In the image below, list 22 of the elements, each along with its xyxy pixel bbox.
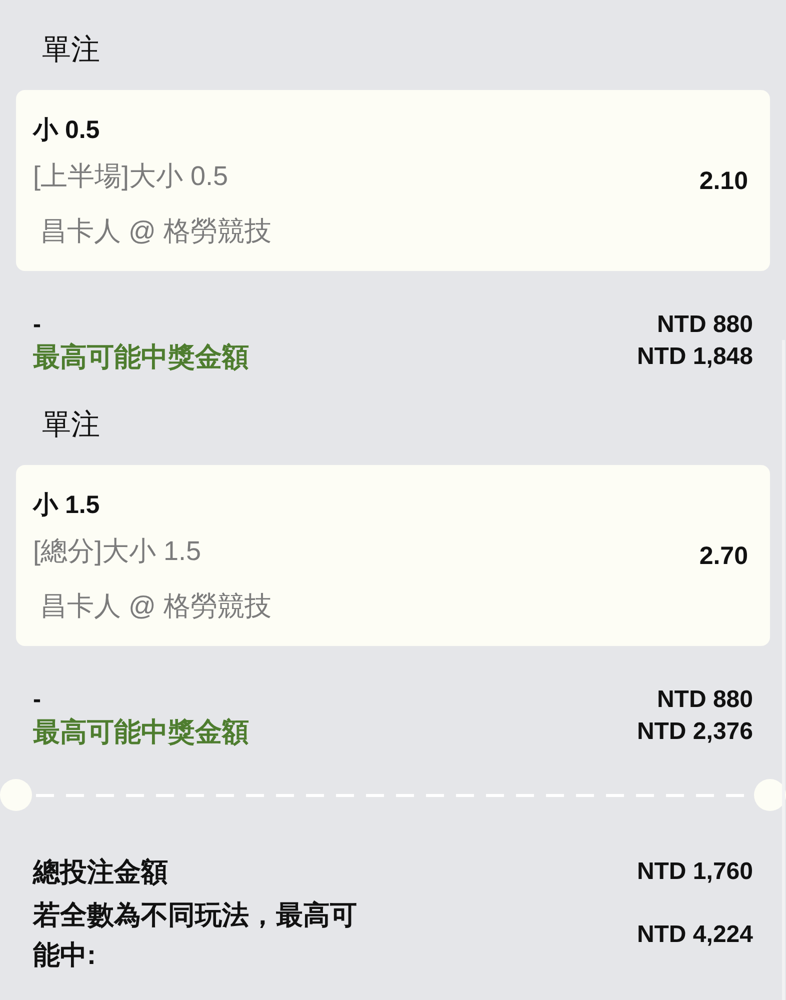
market-label: [上半場]大小 0.5: [33, 160, 228, 193]
max-return-label: 若全數為不同玩法，最高可能中:: [33, 899, 358, 972]
selection-label: 小 0.5: [33, 115, 100, 146]
bet-type-heading: 單注: [42, 408, 100, 443]
selection-label: 小 1.5: [33, 490, 100, 521]
bet-type-heading: 單注: [42, 33, 100, 68]
max-payout-amount: NTD 1,848: [636, 342, 753, 372]
match-label: 昌卡人 @ 格勞競技: [40, 215, 272, 248]
total-stake-label: 總投注金額: [33, 856, 168, 889]
stake-amount: NTD 880: [656, 310, 753, 340]
stake-label: -: [33, 310, 41, 340]
match-label: 昌卡人 @ 格勞競技: [40, 590, 272, 623]
stake-amount: NTD 880: [656, 685, 753, 715]
odds-value: 2.10: [699, 166, 748, 196]
stake-label: -: [33, 685, 41, 715]
max-return-amount: NTD 4,224: [636, 920, 753, 950]
max-payout-label: 最高可能中獎金額: [33, 341, 249, 373]
max-payout-label: 最高可能中獎金額: [33, 716, 249, 748]
total-stake-amount: NTD 1,760: [636, 857, 753, 887]
market-label: [總分]大小 1.5: [33, 535, 202, 568]
max-payout-amount: NTD 2,376: [636, 717, 753, 747]
odds-value: 2.70: [699, 540, 748, 572]
